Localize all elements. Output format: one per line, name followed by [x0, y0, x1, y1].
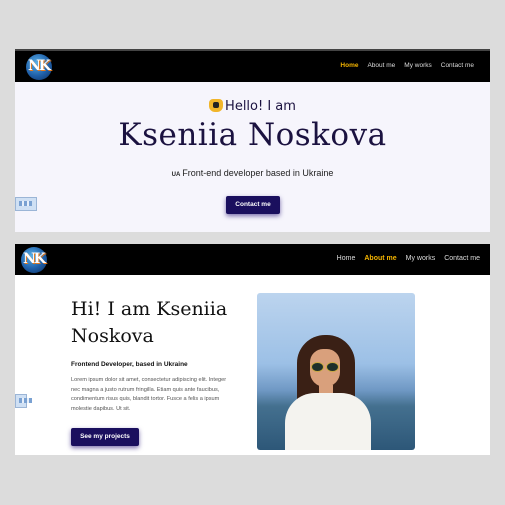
nav-contact[interactable]: Contact me	[441, 62, 474, 69]
hero-section-preview: NK Home About me My works Contact me Hel…	[15, 49, 490, 232]
about-heading-line2: Noskova	[71, 325, 154, 347]
waving-hands-icon	[209, 99, 224, 112]
nav-home[interactable]: Home	[337, 255, 356, 262]
about-heading: Hi! I am Kseniia Noskova	[71, 296, 227, 350]
navbar: NK Home About me My works Contact me	[15, 51, 490, 82]
hero-greeting-text: Hello! I am	[225, 99, 296, 114]
logo-text: NK	[28, 58, 51, 74]
hero-subtitle: UA Front-end developer based in Ukraine	[15, 168, 490, 178]
about-description: Lorem ipsum dolor sit amet, consectetur …	[71, 377, 227, 412]
profile-photo	[257, 293, 415, 450]
role-text: Frontend Developer, based in Ukraine	[71, 361, 188, 368]
photo-shirt	[285, 393, 371, 450]
hero-name: Kseniia Noskova	[118, 117, 387, 153]
ua-label: UA	[171, 172, 181, 178]
navbar: NK Home About me My works Contact me	[15, 244, 490, 275]
nav-home[interactable]: Home	[340, 62, 358, 69]
hero-subtitle-text: Front-end developer based in Ukraine	[182, 168, 334, 178]
nav-works[interactable]: My works	[406, 255, 436, 262]
sunglasses-icon	[311, 362, 339, 372]
logo[interactable]: NK	[21, 247, 47, 273]
nav-about[interactable]: About me	[367, 62, 395, 69]
nav-menu: Home About me My works Contact me	[340, 62, 474, 69]
hero-greeting: Hello! I am	[15, 99, 490, 114]
floating-widget-icon[interactable]	[15, 197, 37, 211]
logo-text: NK	[23, 251, 46, 267]
about-heading-line1: Hi! I am Kseniia	[71, 298, 228, 320]
nav-contact[interactable]: Contact me	[444, 255, 480, 262]
nav-works[interactable]: My works	[404, 62, 431, 69]
logo[interactable]: NK	[26, 54, 52, 80]
floating-widget-icon[interactable]	[15, 394, 32, 408]
contact-button[interactable]: Contact me	[226, 196, 280, 214]
about-section-preview: NK Home About me My works Contact me Hi!…	[15, 244, 490, 455]
nav-menu: Home About me My works Contact me	[337, 255, 480, 262]
nav-about[interactable]: About me	[364, 255, 396, 262]
see-projects-button[interactable]: See my projects	[71, 428, 139, 446]
